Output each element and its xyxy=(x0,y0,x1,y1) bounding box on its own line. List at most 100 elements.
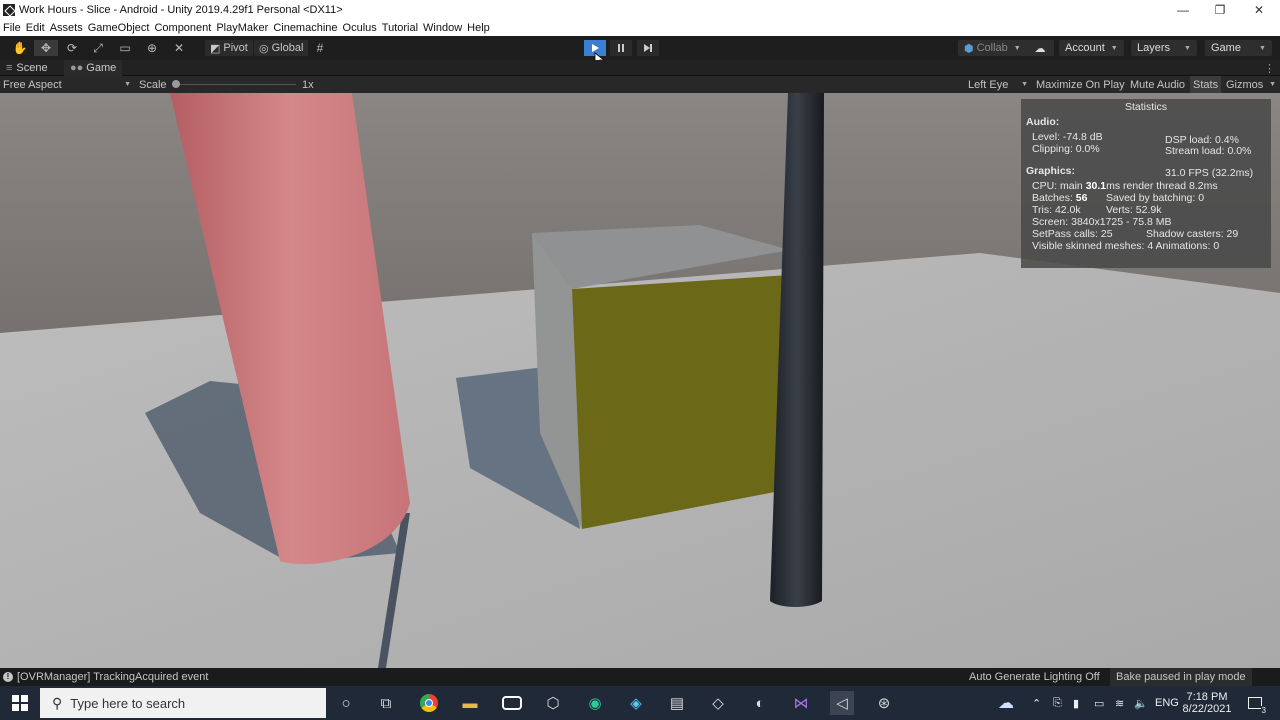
menu-window[interactable]: Window xyxy=(423,22,462,34)
step-icon xyxy=(644,44,652,52)
usb-icon[interactable]: ▮ xyxy=(1073,686,1079,720)
notification-center-icon[interactable]: 3 xyxy=(1244,686,1267,720)
document-app-icon[interactable]: ▤ xyxy=(665,691,689,715)
pause-button[interactable] xyxy=(610,40,632,56)
audio-clipping: Clipping: 0.0% xyxy=(1032,143,1100,155)
move-tool-icon[interactable]: ✥ xyxy=(34,40,58,56)
taskbar-search[interactable]: ⚲ Type here to search xyxy=(40,688,326,718)
meet-icon[interactable]: ⎘ xyxy=(1053,686,1062,720)
bake-status: Bake paused in play mode xyxy=(1110,668,1252,686)
mute-audio-toggle[interactable]: Mute Audio xyxy=(1130,76,1185,93)
scene-icon: ≡ xyxy=(6,62,13,74)
file-explorer-icon[interactable]: ▬ xyxy=(458,691,482,715)
batches-stats: Batches: 56 xyxy=(1032,192,1087,204)
globe-icon: ◎ xyxy=(259,42,269,55)
menu-oculus[interactable]: Oculus xyxy=(343,22,377,34)
cloud-button[interactable]: ☁ xyxy=(1026,40,1054,56)
visual-studio-icon[interactable]: ⋈ xyxy=(789,691,813,715)
chrome-icon[interactable] xyxy=(417,691,441,715)
chevron-up-icon[interactable]: ⌃ xyxy=(1032,686,1041,720)
menu-assets[interactable]: Assets xyxy=(50,22,83,34)
hand-tool-icon[interactable]: ✋ xyxy=(8,40,32,56)
battery-icon[interactable]: ▭ xyxy=(1094,686,1104,720)
cube-app-icon[interactable]: ◈ xyxy=(624,691,648,715)
menu-playmaker[interactable]: PlayMaker xyxy=(216,22,268,34)
oculus-icon[interactable] xyxy=(500,691,524,715)
pivot-label: Pivot xyxy=(223,42,248,54)
skinned-meshes: Visible skinned meshes: 4 Animations: 0 xyxy=(1032,240,1220,252)
collab-dropdown[interactable]: ⬢ Collab ▼ xyxy=(958,40,1027,56)
close-button[interactable]: ✕ xyxy=(1240,0,1278,20)
tab-game[interactable]: ●● Game xyxy=(64,60,123,76)
menu-edit[interactable]: Edit xyxy=(26,22,45,34)
minimize-button[interactable]: — xyxy=(1164,0,1202,20)
menu-help[interactable]: Help xyxy=(467,22,490,34)
cpu-prefix: CPU: main xyxy=(1032,180,1086,192)
cpu-main: 30.1 xyxy=(1085,180,1107,192)
windows-start-icon[interactable] xyxy=(8,691,32,715)
unity-active-icon[interactable]: ◁ xyxy=(830,691,854,715)
stream-load: Stream load: 0.0% xyxy=(1165,145,1252,157)
eye-dropdown[interactable]: Left Eye ▼ xyxy=(968,76,1028,93)
maximize-on-play-toggle[interactable]: Maximize On Play xyxy=(1036,76,1125,93)
tab-options-icon[interactable]: ⋮ xyxy=(1258,60,1280,76)
snap-grid-icon[interactable]: # xyxy=(308,40,332,56)
collab-label: Collab xyxy=(976,42,1008,54)
layers-label: Layers xyxy=(1137,42,1171,54)
aspect-dropdown[interactable]: Free Aspect ▼ xyxy=(3,76,131,93)
stats-heading: Statistics xyxy=(1124,101,1167,113)
graphics-heading: Graphics: xyxy=(1026,165,1076,177)
task-view-icon[interactable]: ⧉ xyxy=(374,691,398,715)
scale-slider[interactable] xyxy=(172,76,296,93)
cortana-icon[interactable]: ○ xyxy=(334,691,358,715)
transform-tool-icon[interactable]: ⊕ xyxy=(140,40,164,56)
rect-tool-icon[interactable]: ▭ xyxy=(113,40,137,56)
menu-cinemachine[interactable]: Cinemachine xyxy=(273,22,337,34)
statistics-panel: Statistics Audio: Level: -74.8 dB Clippi… xyxy=(1021,99,1271,268)
wifi-icon[interactable]: ≋ xyxy=(1115,686,1124,720)
notification-count: 3 xyxy=(1260,706,1267,715)
account-dropdown[interactable]: Account ▼ xyxy=(1059,40,1124,56)
cloud-icon: ☁ xyxy=(1034,42,1046,55)
tab-scene-label: Scene xyxy=(16,62,48,74)
custom-tool-icon[interactable]: ✕ xyxy=(167,40,191,56)
language-indicator[interactable]: ENG xyxy=(1155,686,1179,720)
view-tabs: ≡ Scene ●● Game ⋮ xyxy=(0,60,1280,76)
gizmos-dropdown[interactable]: Gizmos ▼ xyxy=(1226,76,1276,93)
search-placeholder: Type here to search xyxy=(70,695,186,711)
batches-prefix: Batches: xyxy=(1032,192,1076,204)
layers-dropdown[interactable]: Layers ▼ xyxy=(1131,40,1197,56)
recorder-icon[interactable]: ◐ xyxy=(748,691,772,715)
menu-file[interactable]: File xyxy=(3,22,21,34)
unity-editor-icon[interactable]: ◇ xyxy=(706,691,730,715)
maximize-button[interactable]: ❐ xyxy=(1201,0,1239,20)
menu-tutorial[interactable]: Tutorial xyxy=(382,22,418,34)
scale-value: 1x xyxy=(302,78,314,91)
unity-hub-icon[interactable]: ⬡ xyxy=(541,691,565,715)
weather-icon[interactable]: ☁ xyxy=(998,686,1014,720)
console-message[interactable]: [OVRManager] TrackingAcquired event xyxy=(17,668,208,686)
menu-gameobject[interactable]: GameObject xyxy=(88,22,150,34)
screen-stats: Screen: 3840x1725 - 75.8 MB xyxy=(1032,216,1172,228)
layout-dropdown[interactable]: Game ▼ xyxy=(1205,40,1272,56)
pivot-toggle[interactable]: ◩ Pivot xyxy=(205,40,253,56)
tab-scene[interactable]: ≡ Scene xyxy=(0,60,54,76)
scale-tool-icon[interactable]: ⤢ xyxy=(86,40,110,56)
menu-component[interactable]: Component xyxy=(154,22,211,34)
clock[interactable]: 7:18 PM 8/22/2021 xyxy=(1183,686,1232,720)
verts-stats: Verts: 52.9k xyxy=(1106,204,1162,216)
stats-toggle[interactable]: Stats xyxy=(1190,76,1222,93)
chevron-down-icon: ▼ xyxy=(124,81,131,88)
volume-icon[interactable]: 🔈 xyxy=(1134,686,1148,720)
scale-slider-handle[interactable] xyxy=(172,80,180,88)
rotate-tool-icon[interactable]: ⟳ xyxy=(60,40,84,56)
cpu-stats: CPU: main 30.1ms render thread 8.2ms xyxy=(1032,180,1218,192)
gitkraken-icon[interactable]: ◉ xyxy=(583,691,607,715)
step-button[interactable] xyxy=(637,40,659,56)
obs-icon[interactable]: ⊛ xyxy=(872,691,896,715)
shadow-casters: Shadow casters: 29 xyxy=(1146,228,1239,240)
chevron-down-icon: ▼ xyxy=(1269,81,1276,88)
global-toggle[interactable]: ◎ Global xyxy=(254,40,309,56)
global-label: Global xyxy=(271,42,304,54)
pivot-icon: ◩ xyxy=(210,42,221,55)
